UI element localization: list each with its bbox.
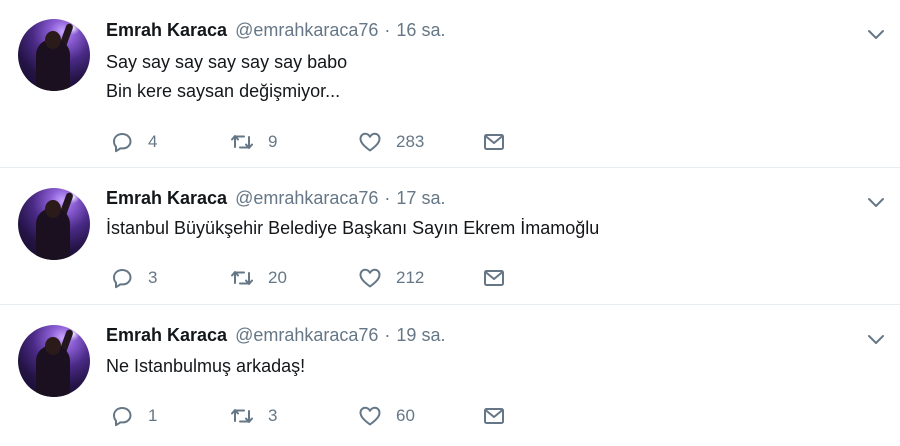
direct-message-button[interactable] (482, 129, 506, 155)
reply-icon (113, 133, 132, 153)
like-count: 212 (396, 268, 425, 287)
separator-dot: · (384, 20, 391, 40)
tweet-text: Say say say say say say babo Bin kere sa… (106, 48, 347, 106)
retweet-icon (231, 409, 253, 423)
direct-message-button[interactable] (482, 403, 506, 429)
like-count: 60 (396, 406, 415, 425)
author-name[interactable]: Emrah Karaca (106, 20, 227, 41)
retweet-button[interactable]: 3 (230, 403, 277, 429)
chevron-down-icon[interactable] (866, 24, 886, 44)
tweet[interactable]: Emrah Karaca @emrahkaraca76 · 16 sa. Say… (0, 0, 900, 168)
tweet-header: Emrah Karaca @emrahkaraca76 · 17 sa. (106, 188, 445, 210)
retweet-count: 20 (268, 268, 287, 287)
envelope-icon (484, 408, 504, 424)
tweet-header: Emrah Karaca @emrahkaraca76 · 19 sa. (106, 325, 445, 347)
tweet-timestamp[interactable]: 17 sa. (396, 188, 445, 209)
like-button[interactable]: 60 (358, 403, 415, 429)
separator-dot: · (384, 188, 391, 208)
tweet[interactable]: Emrah Karaca @emrahkaraca76 · 19 sa. Ne … (0, 305, 900, 446)
envelope-icon (484, 134, 504, 150)
heart-icon (359, 132, 381, 152)
retweet-button[interactable]: 9 (230, 129, 277, 155)
tweet-text-line: Say say say say say say babo (106, 52, 348, 72)
retweet-icon (231, 135, 253, 149)
tweet-text: İstanbul Büyükşehir Belediye Başkanı Say… (106, 214, 599, 243)
separator-dot: · (384, 325, 391, 345)
tweet-text-line: Ne Istanbulmuş arkadaş! (106, 356, 306, 376)
avatar[interactable] (18, 188, 90, 260)
tweet-text-line: İstanbul Büyükşehir Belediye Başkanı Say… (106, 218, 600, 238)
retweet-count: 3 (268, 406, 278, 425)
heart-icon (359, 268, 381, 288)
tweet-actions: 1 3 60 (110, 403, 530, 429)
like-button[interactable]: 212 (358, 265, 424, 291)
avatar[interactable] (18, 325, 90, 397)
tweet-actions: 3 20 212 (110, 265, 530, 291)
chevron-down-icon[interactable] (866, 329, 886, 349)
envelope-icon (484, 270, 504, 286)
avatar[interactable] (18, 19, 90, 91)
like-count: 283 (396, 132, 425, 151)
reply-count: 4 (148, 132, 158, 151)
reply-count: 1 (148, 406, 158, 425)
avatar-head (45, 337, 61, 355)
tweet-timeline: Emrah Karaca @emrahkaraca76 · 16 sa. Say… (0, 0, 900, 446)
avatar-head (45, 200, 61, 218)
tweet-timestamp[interactable]: 19 sa. (396, 325, 445, 346)
reply-icon (113, 407, 132, 427)
reply-button[interactable]: 3 (110, 265, 157, 291)
tweet-header: Emrah Karaca @emrahkaraca76 · 16 sa. (106, 20, 445, 42)
chevron-down-icon[interactable] (866, 192, 886, 212)
author-handle[interactable]: @emrahkaraca76 (235, 188, 378, 209)
reply-button[interactable]: 1 (110, 403, 157, 429)
tweet-text-line: Bin kere saysan değişmiyor... (106, 81, 341, 101)
author-name[interactable]: Emrah Karaca (106, 188, 227, 209)
retweet-count: 9 (268, 132, 278, 151)
author-handle[interactable]: @emrahkaraca76 (235, 20, 378, 41)
retweet-icon (231, 271, 253, 285)
heart-icon (359, 406, 381, 426)
avatar-head (45, 31, 61, 49)
reply-button[interactable]: 4 (110, 129, 157, 155)
tweet[interactable]: Emrah Karaca @emrahkaraca76 · 17 sa. İst… (0, 168, 900, 305)
author-handle[interactable]: @emrahkaraca76 (235, 325, 378, 346)
author-name[interactable]: Emrah Karaca (106, 325, 227, 346)
like-button[interactable]: 283 (358, 129, 424, 155)
retweet-button[interactable]: 20 (230, 265, 287, 291)
tweet-actions: 4 9 283 (110, 129, 530, 155)
direct-message-button[interactable] (482, 265, 506, 291)
reply-count: 3 (148, 268, 158, 287)
tweet-text: Ne Istanbulmuş arkadaş! (106, 352, 305, 381)
tweet-timestamp[interactable]: 16 sa. (396, 20, 445, 41)
reply-icon (113, 269, 132, 289)
